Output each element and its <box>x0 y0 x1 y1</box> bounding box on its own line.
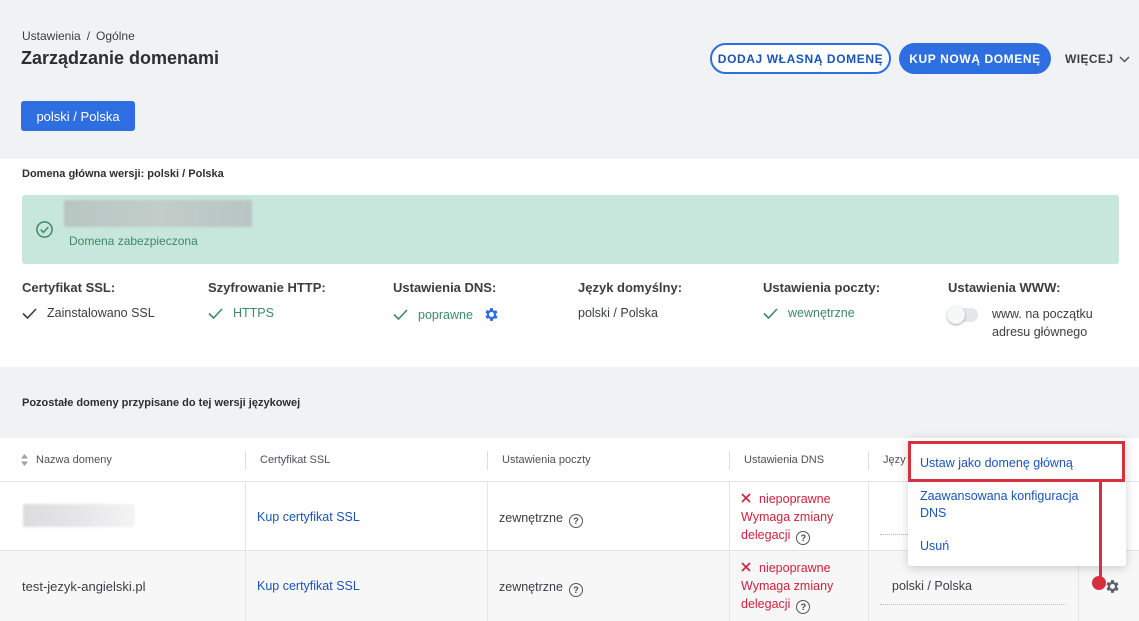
help-circle-icon[interactable]: ? <box>568 583 583 597</box>
column-divider <box>487 482 488 621</box>
default-language-value: polski / Polska <box>578 306 658 320</box>
header-divider <box>487 451 488 470</box>
dns-column: Ustawienia DNS: poprawne <box>393 280 500 323</box>
http-encryption-value: HTTPS <box>233 306 274 320</box>
page-header <box>0 0 1139 158</box>
header-ssl: Certyfikat SSL <box>260 454 331 466</box>
page-title: Zarządzanie domenami <box>21 48 220 68</box>
header-domain-name[interactable]: Nazwa domeny <box>36 454 112 466</box>
www-setting-text-line1: www. na początku <box>992 307 1093 321</box>
dns-status-note-line1: Wymaga zmiany <box>741 579 834 593</box>
close-x-icon <box>741 493 751 503</box>
dns-status-note-line1: Wymaga zmiany <box>741 510 834 524</box>
check-icon <box>208 307 223 319</box>
domain-name-redacted <box>23 504 135 527</box>
language-version-button[interactable]: polski / Polska <box>21 101 135 131</box>
www-settings-label: Ustawienia WWW: <box>948 280 1061 295</box>
http-encryption-column: Szyfrowanie HTTP: HTTPS <box>208 280 326 320</box>
dns-label: Ustawienia DNS: <box>393 280 497 295</box>
add-own-domain-button[interactable]: DODAJ WŁASNĄ DOMENĘ <box>710 43 891 74</box>
buy-new-domain-button[interactable]: KUP NOWĄ DOMENĘ <box>899 43 1051 74</box>
dns-status-cell: niepoprawne Wymaga zmiany delegacji? <box>741 490 833 545</box>
advanced-dns-config-item[interactable]: Zaawansowana konfiguracja DNS <box>920 488 1078 522</box>
help-circle-icon[interactable]: ? <box>568 514 583 528</box>
ssl-value: Zainstalowano SSL <box>47 306 155 320</box>
check-icon <box>763 307 778 319</box>
breadcrumb-parent[interactable]: Ustawienia <box>22 29 81 43</box>
language-select-underline <box>880 534 908 535</box>
default-language-label: Język domyślny: <box>578 280 683 295</box>
buy-ssl-link[interactable]: Kup certyfikat SSL <box>257 579 360 593</box>
header-divider <box>245 451 246 470</box>
dns-status-note-line2: delegacji <box>741 528 791 542</box>
more-label: WIĘCEJ <box>1065 52 1114 66</box>
dns-status: niepoprawne <box>759 561 831 575</box>
highlight-frame <box>908 441 1125 482</box>
mail-settings-cell: zewnętrzne? <box>499 580 583 597</box>
domain-secured-status: Domena zabezpieczona <box>69 234 198 248</box>
check-circle-icon <box>36 221 53 238</box>
highlight-connector <box>1099 481 1102 585</box>
mail-settings-cell: zewnętrzne? <box>499 511 583 528</box>
more-menu-button[interactable]: WIĘCEJ <box>1065 52 1130 66</box>
buy-ssl-link[interactable]: Kup certyfikat SSL <box>257 510 360 524</box>
column-divider <box>868 482 869 621</box>
main-domain-name-redacted <box>64 200 252 227</box>
sort-icon[interactable] <box>21 454 28 466</box>
chevron-down-icon <box>1119 55 1130 63</box>
ssl-label: Certyfikat SSL: <box>22 280 116 295</box>
http-encryption-label: Szyfrowanie HTTP: <box>208 280 326 295</box>
www-prefix-toggle[interactable] <box>947 306 978 324</box>
dns-status-cell: niepoprawne Wymaga zmiany delegacji? <box>741 559 833 614</box>
advanced-dns-config-line2: DNS <box>920 506 947 520</box>
header-mail: Ustawienia poczty <box>502 454 591 466</box>
breadcrumb-separator: / <box>86 29 91 43</box>
header-language: Języ <box>883 454 906 466</box>
column-divider <box>245 482 246 621</box>
breadcrumb-current: Ogólne <box>96 29 135 43</box>
ssl-column: Certyfikat SSL: Zainstalowano SSL <box>22 280 155 320</box>
help-circle-icon[interactable]: ? <box>796 600 811 614</box>
dns-value: poprawne <box>418 307 473 322</box>
other-domains-title: Pozostałe domeny przypisane do tej wersj… <box>22 397 301 409</box>
gear-icon[interactable] <box>1104 578 1121 595</box>
main-domain-title: Domena główna wersji: polski / Polska <box>22 168 224 180</box>
column-divider <box>729 482 730 621</box>
breadcrumb: Ustawienia / Ogólne <box>22 29 135 43</box>
check-icon <box>22 307 37 319</box>
gear-icon[interactable] <box>483 306 500 323</box>
www-settings-column: Ustawienia WWW: www. na początku adresu … <box>947 280 1093 341</box>
header-divider <box>729 451 730 470</box>
advanced-dns-config-line1: Zaawansowana konfiguracja <box>920 489 1079 503</box>
check-icon <box>393 309 408 320</box>
dns-status-note-line2: delegacji <box>741 597 791 611</box>
language-select[interactable]: polski / Polska <box>892 579 972 593</box>
help-circle-icon[interactable]: ? <box>796 531 811 545</box>
header-divider <box>868 451 869 470</box>
mail-settings-value: zewnętrzne <box>499 580 563 594</box>
header-dns: Ustawienia DNS <box>744 454 825 466</box>
domain-name: test-jezyk-angielski.pl <box>22 579 146 594</box>
default-language-column: Język domyślny: polski / Polska <box>578 280 682 320</box>
mail-settings-value: zewnętrzne <box>499 511 563 525</box>
close-x-icon <box>741 562 751 572</box>
dns-status: niepoprawne <box>759 492 831 506</box>
delete-domain-item[interactable]: Usuń <box>920 538 949 555</box>
www-setting-text-line2: adresu głównego <box>992 325 1088 339</box>
mail-settings-column: Ustawienia poczty: wewnętrzne <box>763 280 880 320</box>
language-select-underline <box>880 604 1066 605</box>
mail-settings-value: wewnętrzne <box>788 306 855 320</box>
mail-settings-label: Ustawienia poczty: <box>763 280 881 295</box>
